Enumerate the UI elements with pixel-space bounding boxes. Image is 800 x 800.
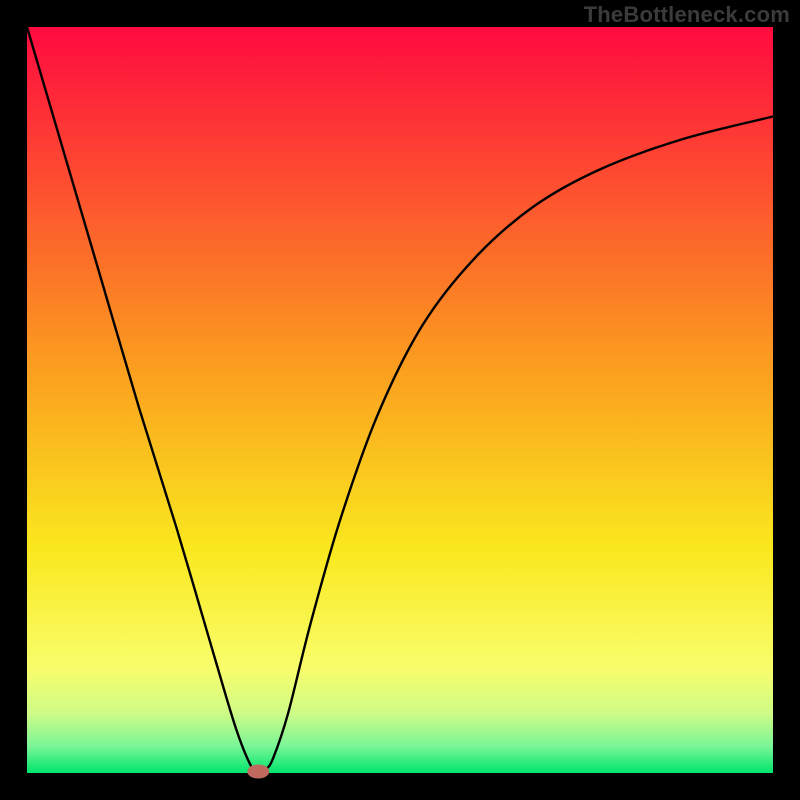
bottleneck-chart: [0, 0, 800, 800]
chart-frame: TheBottleneck.com: [0, 0, 800, 800]
optimum-marker: [247, 765, 269, 779]
watermark-text: TheBottleneck.com: [584, 2, 790, 28]
plot-background: [27, 27, 773, 773]
